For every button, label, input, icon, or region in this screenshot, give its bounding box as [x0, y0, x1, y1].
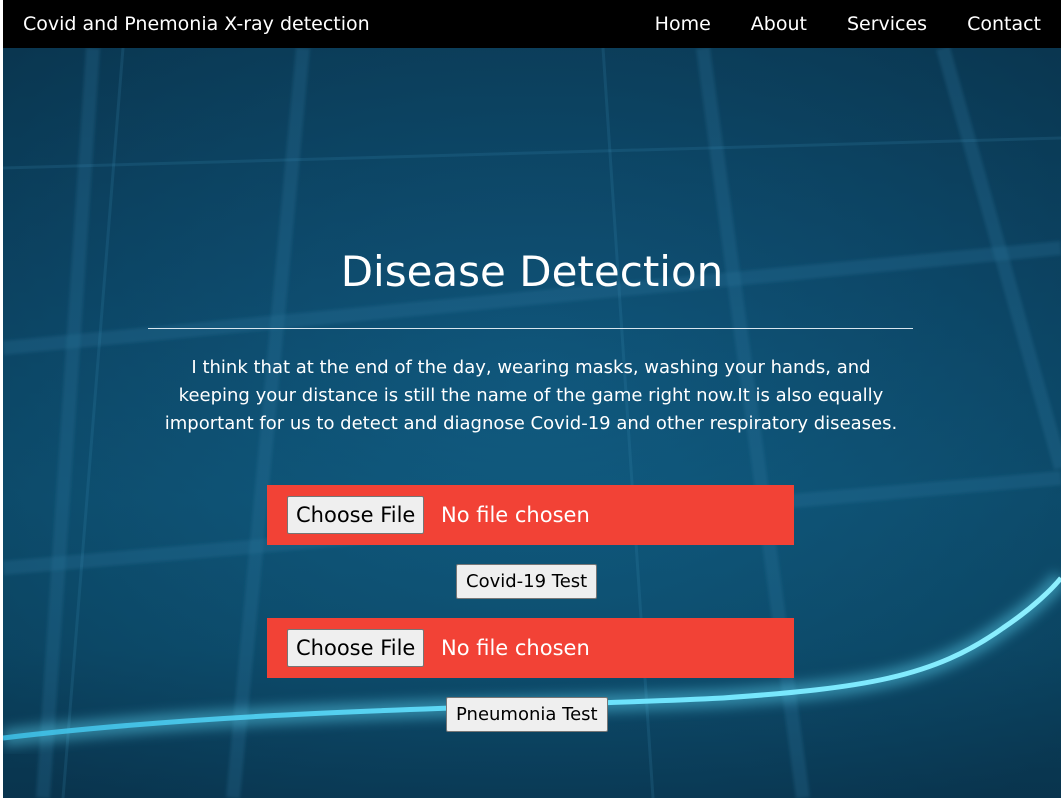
covid-choose-file-button[interactable]: Choose File: [287, 496, 425, 534]
page-title: Disease Detection: [340, 247, 724, 296]
page-frame: Covid and Pnemonia X-ray detection Home …: [3, 0, 1061, 798]
nav-link-services[interactable]: Services: [827, 0, 947, 48]
pneumonia-file-status: No file chosen: [441, 636, 590, 660]
covid-test-button[interactable]: Covid-19 Test: [456, 564, 598, 599]
nav-links: Home About Services Contact: [635, 0, 1061, 48]
pneumonia-choose-file-button[interactable]: Choose File: [287, 629, 425, 667]
covid-upload-box: Choose File No file chosen: [267, 485, 794, 545]
covid-file-status: No file chosen: [441, 503, 590, 527]
pneumonia-upload-box: Choose File No file chosen: [267, 618, 794, 678]
nav-link-about[interactable]: About: [731, 0, 827, 48]
hero-description: I think that at the end of the day, wear…: [164, 357, 898, 434]
nav-link-contact[interactable]: Contact: [947, 0, 1061, 48]
navbar: Covid and Pnemonia X-ray detection Home …: [3, 0, 1061, 48]
title-divider: [148, 328, 913, 329]
nav-link-home[interactable]: Home: [635, 0, 731, 48]
site-brand[interactable]: Covid and Pnemonia X-ray detection: [23, 12, 370, 36]
hero-section: Disease Detection I think that at the en…: [3, 48, 1061, 798]
pneumonia-test-button[interactable]: Pneumonia Test: [446, 697, 608, 732]
